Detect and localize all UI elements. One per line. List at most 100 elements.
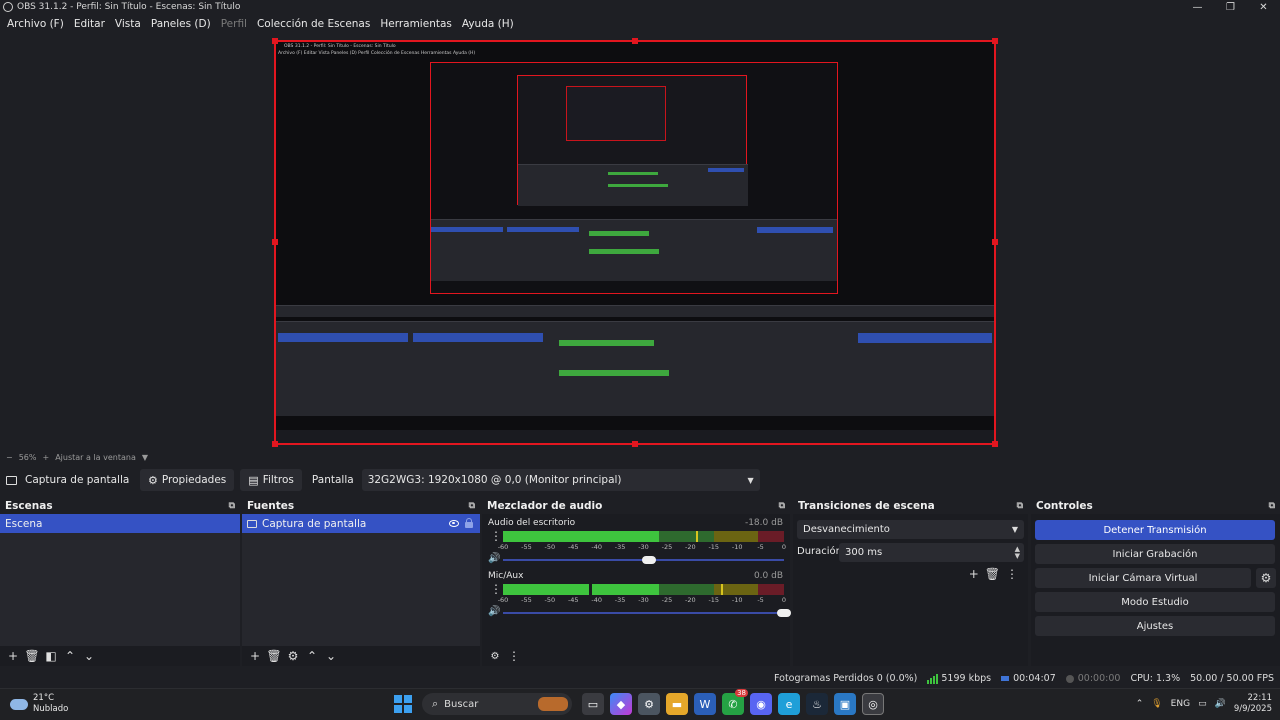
nested-preview-3	[566, 86, 666, 141]
speaker-icon[interactable]: 🔊	[488, 606, 500, 617]
menu-coleccion-escenas[interactable]: Colección de Escenas	[252, 18, 375, 30]
meter-tick-label: -20	[685, 596, 696, 604]
move-down-icon[interactable]: ⌄	[322, 648, 340, 664]
lock-icon[interactable]	[465, 518, 473, 528]
menu-archivo[interactable]: Archivo (F)	[2, 18, 69, 30]
zoom-in-button[interactable]: +	[42, 453, 49, 462]
word-icon[interactable]: W	[694, 693, 716, 715]
menu-ayuda[interactable]: Ayuda (H)	[457, 18, 519, 30]
meter-tick-label: -35	[614, 596, 626, 604]
remove-scene-icon[interactable]: 🗑	[23, 648, 41, 664]
duration-input[interactable]: 300 ms ▲ ▼	[839, 543, 1024, 562]
resize-handle-t[interactable]	[632, 38, 638, 44]
undock-icon[interactable]: ⧉	[1269, 501, 1275, 511]
source-toolbar: Captura de pantalla ⚙ Propiedades ▤ Filt…	[0, 468, 1280, 492]
resize-handle-br[interactable]	[992, 441, 998, 447]
mini-source-selected	[413, 333, 543, 342]
menu-vista[interactable]: Vista	[110, 18, 146, 30]
move-down-icon[interactable]: ⌄	[80, 648, 98, 664]
add-scene-icon[interactable]: +	[4, 648, 22, 664]
language-indicator[interactable]: ENG	[1171, 699, 1190, 709]
resize-handle-r[interactable]	[992, 239, 998, 245]
steam-icon[interactable]: ♨	[806, 693, 828, 715]
volume-icon[interactable]: 🔊	[1215, 699, 1226, 709]
obs-taskbar-icon[interactable]: ◎	[862, 693, 884, 715]
start-virtual-camera-button[interactable]: Iniciar Cámara Virtual	[1035, 568, 1251, 588]
discord-icon[interactable]: ◉	[750, 693, 772, 715]
task-view-icon[interactable]: ▭	[582, 693, 604, 715]
remove-source-icon[interactable]: 🗑	[265, 648, 283, 664]
zoom-dropdown-icon[interactable]: ▼	[142, 453, 148, 462]
minimize-button[interactable]: —	[1181, 0, 1214, 14]
undock-icon[interactable]: ⧉	[1017, 501, 1023, 511]
copilot-icon[interactable]: ◆	[610, 693, 632, 715]
scene-item[interactable]: Escena	[0, 514, 240, 533]
settings-button[interactable]: Ajustes	[1035, 616, 1275, 636]
clock[interactable]: 22:11 9/9/2025	[1234, 693, 1272, 715]
mini-window-title: OBS 31.1.2 - Perfil: Sin Título - Escena…	[284, 44, 396, 49]
undock-icon[interactable]: ⧉	[779, 501, 785, 511]
add-transition-icon[interactable]: +	[969, 567, 979, 581]
resize-handle-tr[interactable]	[992, 38, 998, 44]
network-icon[interactable]: ▭	[1198, 699, 1207, 709]
mixer-menu-icon[interactable]: ⋮	[505, 648, 523, 664]
properties-button[interactable]: ⚙ Propiedades	[140, 469, 235, 491]
eye-icon[interactable]	[449, 520, 459, 527]
menu-paneles[interactable]: Paneles (D)	[146, 18, 216, 30]
stop-streaming-button[interactable]: Detener Transmisión	[1035, 520, 1275, 540]
nested-preview	[430, 62, 838, 294]
weather-widget[interactable]: 21°C Nublado	[10, 693, 68, 715]
app-icon[interactable]: ▣	[834, 693, 856, 715]
windows-start-icon[interactable]	[394, 695, 412, 713]
add-source-icon[interactable]: +	[246, 648, 264, 664]
scene-filters-icon[interactable]: ◧	[42, 648, 60, 664]
zoom-out-button[interactable]: −	[6, 453, 13, 462]
filters-button[interactable]: ▤ Filtros	[240, 469, 302, 491]
whatsapp-icon[interactable]: ✆ 38	[722, 689, 748, 715]
volume-knob[interactable]	[777, 609, 791, 617]
resize-handle-bl[interactable]	[272, 441, 278, 447]
remove-transition-icon[interactable]: 🗑	[985, 567, 1000, 581]
taskbar-search[interactable]: ⌕ Buscar	[422, 693, 572, 715]
resize-handle-l[interactable]	[272, 239, 278, 245]
volume-slider[interactable]	[503, 612, 784, 614]
transition-select[interactable]: Desvanecimiento ▼	[797, 520, 1024, 539]
meter-tick-label: -45	[567, 543, 579, 551]
preview-area: OBS 31.1.2 - Perfil: Sin Título - Escena…	[0, 33, 1280, 450]
volume-knob[interactable]	[642, 556, 657, 564]
speaker-icon[interactable]: 🔊	[488, 553, 500, 564]
edge-icon[interactable]: e	[778, 693, 800, 715]
maximize-button[interactable]: ❐	[1214, 0, 1247, 14]
resize-handle-b[interactable]	[632, 441, 638, 447]
channel-menu-icon[interactable]: ⋮	[490, 583, 502, 595]
move-up-icon[interactable]: ⌃	[303, 648, 321, 664]
filters-icon: ▤	[248, 473, 259, 487]
mini-source-sel-1	[507, 227, 579, 232]
channel-menu-icon[interactable]: ⋮	[490, 530, 502, 542]
settings-app-icon[interactable]: ⚙	[638, 693, 660, 715]
menu-herramientas[interactable]: Herramientas	[375, 18, 457, 30]
source-properties-icon[interactable]: ⚙	[284, 648, 302, 664]
close-button[interactable]: ✕	[1247, 0, 1280, 14]
studio-mode-button[interactable]: Modo Estudio	[1035, 592, 1275, 612]
menu-perfil[interactable]: Perfil	[216, 18, 252, 30]
advanced-audio-icon[interactable]: ⚙	[486, 648, 504, 664]
preview-canvas[interactable]: OBS 31.1.2 - Perfil: Sin Título - Escena…	[274, 40, 996, 445]
transition-menu-icon[interactable]: ⋮	[1006, 567, 1018, 581]
tray-overflow-icon[interactable]: ⌃	[1136, 699, 1144, 709]
undock-icon[interactable]: ⧉	[229, 501, 235, 511]
mini-meter-b	[559, 370, 669, 376]
file-explorer-icon[interactable]: ▬	[666, 693, 688, 715]
display-select[interactable]: 32G2WG3: 1920x1080 @ 0,0 (Monitor princi…	[361, 469, 760, 491]
resize-handle-tl[interactable]	[272, 38, 278, 44]
microphone-icon[interactable]: 🎙	[1151, 699, 1162, 709]
move-up-icon[interactable]: ⌃	[61, 648, 79, 664]
fit-window-button[interactable]: Ajustar a la ventana	[55, 453, 136, 462]
undock-icon[interactable]: ⧉	[469, 501, 475, 511]
spinner-icon[interactable]: ▲ ▼	[1015, 545, 1020, 560]
source-item[interactable]: Captura de pantalla	[242, 514, 480, 533]
virtual-camera-settings-icon[interactable]: ⚙	[1256, 568, 1276, 588]
sources-dock: Fuentes ⧉ Captura de pantalla + 🗑 ⚙ ⌃ ⌄	[242, 498, 480, 666]
menu-editar[interactable]: Editar	[69, 18, 110, 30]
start-recording-button[interactable]: Iniciar Grabación	[1035, 544, 1275, 564]
